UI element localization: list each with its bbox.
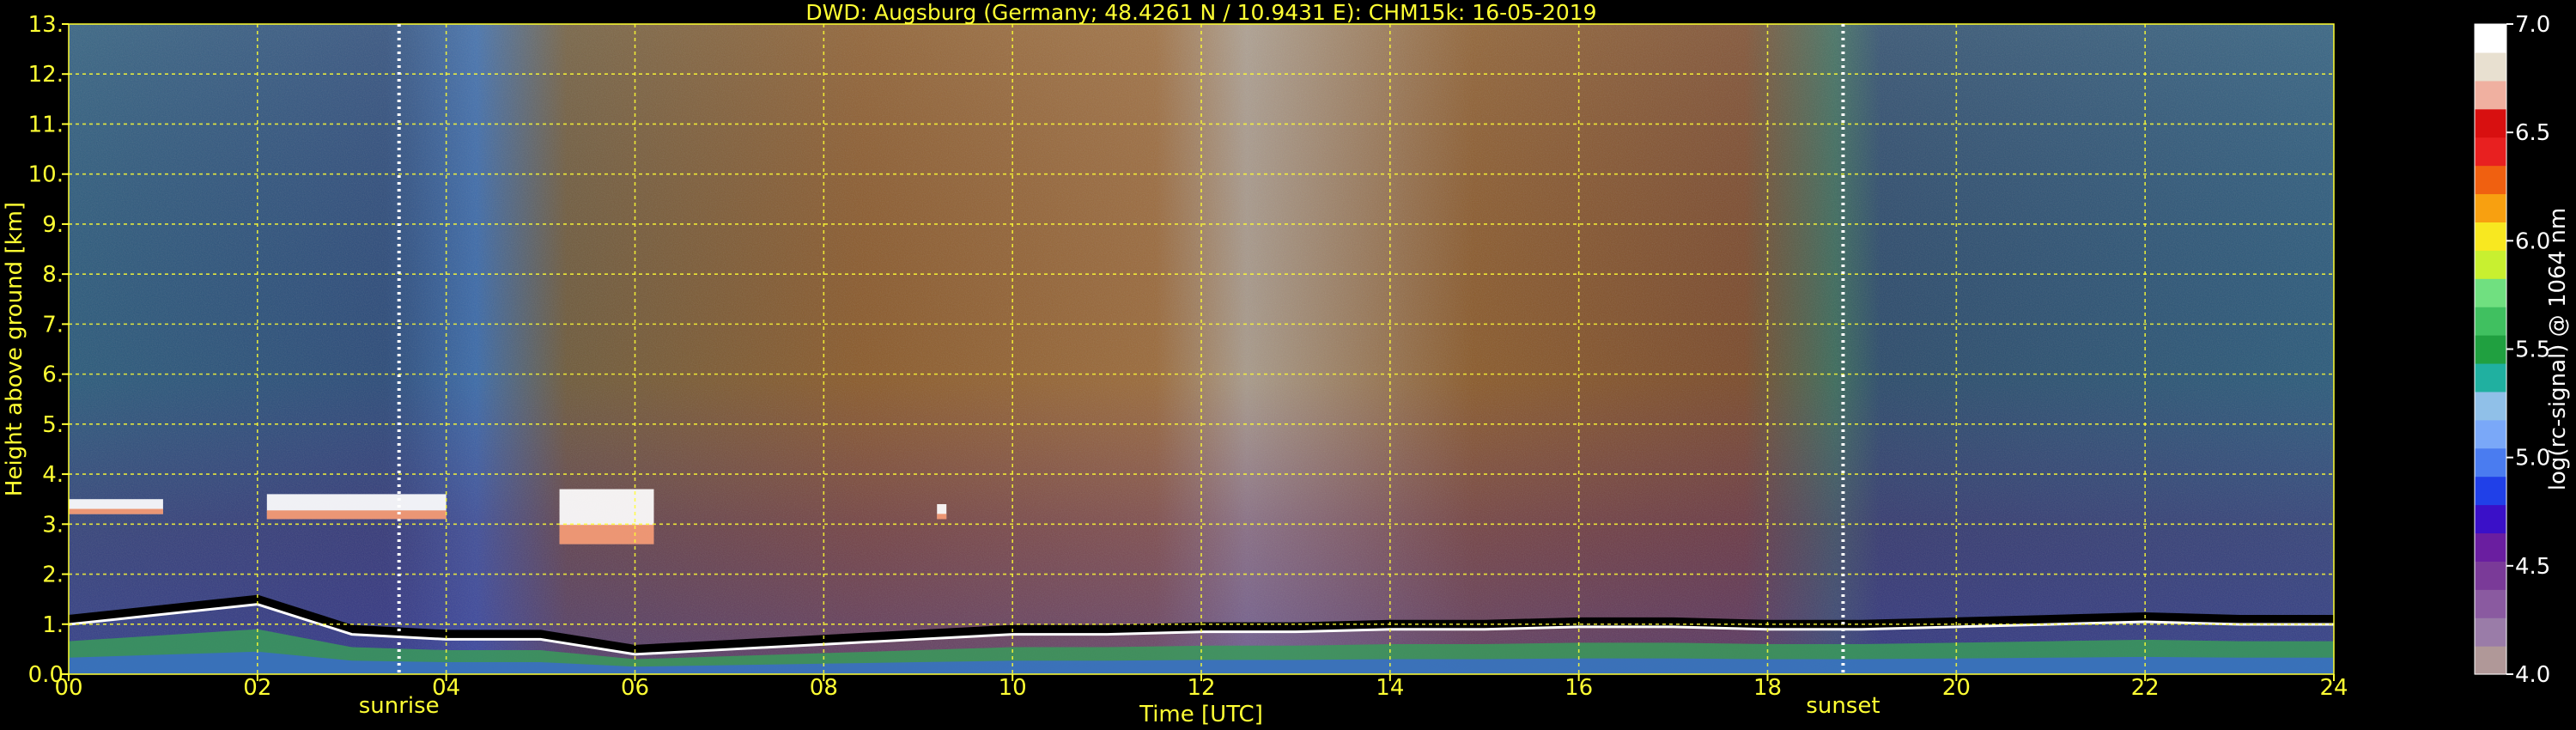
- colorbar-segment: [2475, 165, 2506, 195]
- x-tick-label: 06: [621, 675, 649, 701]
- colorbar-label: log(rc-signal) @ 1064 nm: [2545, 208, 2571, 490]
- y-tick-label: 5.: [42, 412, 64, 438]
- colorbar-segment: [2475, 137, 2506, 167]
- x-tick-label: 16: [1564, 675, 1593, 701]
- colorbar-segment: [2475, 617, 2506, 647]
- x-tick-label: 02: [243, 675, 271, 701]
- x-tick-label: 14: [1376, 675, 1404, 701]
- y-axis-label: Height above ground [km]: [2, 202, 27, 496]
- y-tick-label: 13.: [28, 12, 64, 38]
- colorbar-segment: [2475, 476, 2506, 506]
- y-tick-label: 1.: [42, 612, 64, 638]
- colorbar-segment: [2475, 362, 2506, 392]
- cloud-layer-base: [69, 508, 163, 514]
- colorbar-segment: [2475, 419, 2506, 449]
- colorbar-segment: [2475, 108, 2506, 138]
- y-tick-label: 6.: [42, 362, 64, 388]
- x-tick-label: 08: [810, 675, 838, 701]
- colorbar-tick-label: 4.0: [2515, 662, 2550, 688]
- cloud-layer-base: [937, 514, 947, 520]
- y-tick-label: 3.: [42, 512, 64, 538]
- colorbar-segment: [2475, 80, 2506, 110]
- y-tick-label: 9.: [42, 212, 64, 238]
- colorbar-segment: [2475, 391, 2506, 421]
- colorbar-segment: [2475, 278, 2506, 307]
- colorbar-segment: [2475, 646, 2506, 675]
- x-tick-label: 22: [2131, 675, 2160, 701]
- colorbar-tick-label: 6.5: [2515, 120, 2550, 146]
- cloud-layer-base: [559, 525, 654, 544]
- x-tick-label: 10: [999, 675, 1027, 701]
- y-tick-label: 11.: [28, 112, 64, 137]
- colorbar-segment: [2475, 52, 2506, 82]
- y-tick-label: 4.: [42, 462, 64, 488]
- y-tick-label: 12.: [28, 62, 64, 88]
- ceilometer-chart: DWD: Augsburg (Germany; 48.4261 N / 10.9…: [0, 0, 2576, 730]
- x-tick-label: 12: [1187, 675, 1215, 701]
- colorbar-tick-label: 4.5: [2515, 554, 2550, 580]
- colorbar-segment: [2475, 193, 2506, 222]
- x-tick-label: 18: [1753, 675, 1782, 701]
- event-marker-label: sunrise: [359, 693, 440, 719]
- cloud-layer-base: [266, 510, 447, 520]
- x-tick-label: 20: [1942, 675, 1971, 701]
- colorbar-segment: [2475, 250, 2506, 279]
- colorbar-segment: [2475, 504, 2506, 534]
- y-tick-label: 10.: [28, 162, 64, 188]
- colorbar-segment: [2475, 24, 2506, 53]
- colorbar-segment: [2475, 335, 2506, 364]
- chart-title: DWD: Augsburg (Germany; 48.4261 N / 10.9…: [805, 0, 1596, 25]
- colorbar-tick-label: 7.0: [2515, 12, 2550, 38]
- colorbar-segment: [2475, 307, 2506, 336]
- x-tick-label: 00: [54, 675, 82, 701]
- colorbar-segment: [2475, 589, 2506, 618]
- y-tick-label: 7.: [42, 312, 64, 338]
- colorbar-segment: [2475, 222, 2506, 251]
- x-tick-label: 04: [432, 675, 460, 701]
- colorbar-segment: [2475, 532, 2506, 562]
- colorbar-segment: [2475, 447, 2506, 478]
- x-tick-label: 24: [2319, 675, 2348, 701]
- event-marker-label: sunset: [1806, 693, 1880, 719]
- y-tick-label: 8.: [42, 262, 64, 288]
- y-tick-label: 2.: [42, 563, 64, 588]
- colorbar-segment: [2475, 561, 2506, 590]
- x-axis-label: Time [UTC]: [1139, 702, 1263, 727]
